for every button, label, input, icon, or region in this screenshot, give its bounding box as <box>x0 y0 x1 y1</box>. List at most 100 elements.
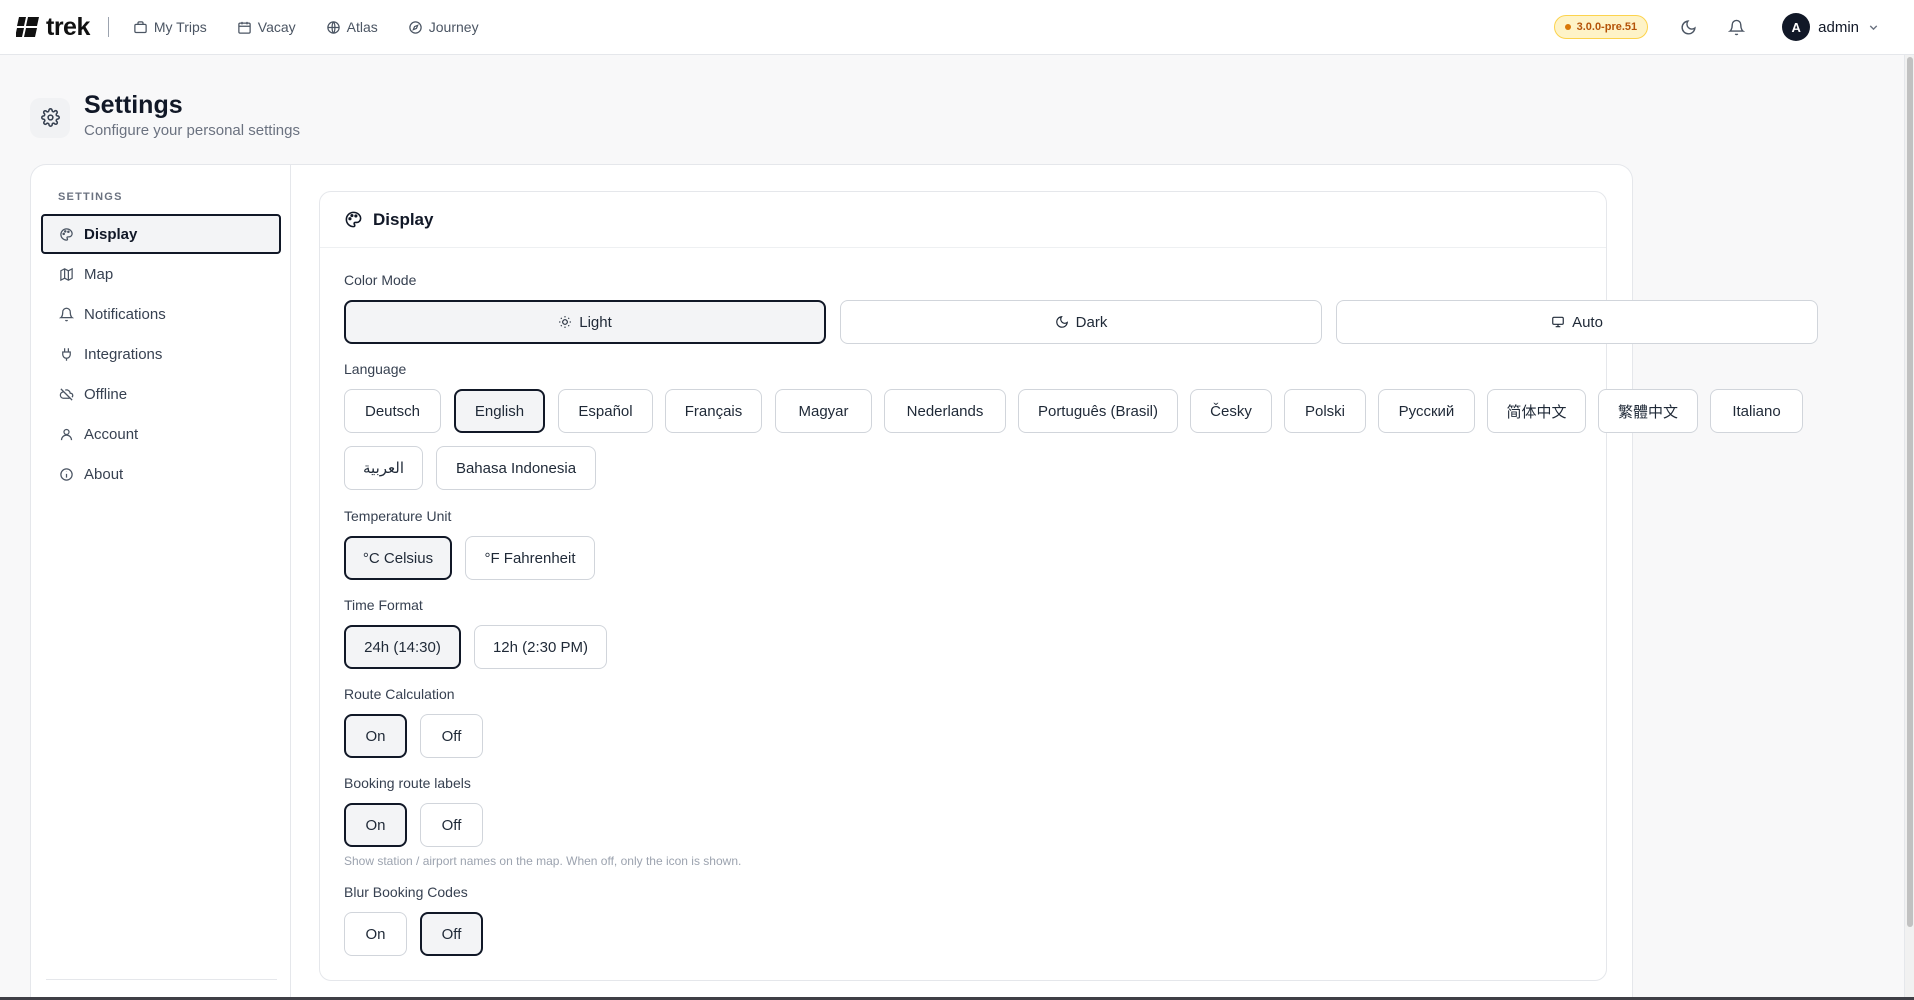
language-portugues-button[interactable]: Português (Brasil) <box>1018 389 1178 433</box>
avatar: A <box>1782 13 1811 41</box>
scrollbar-thumb[interactable] <box>1907 57 1913 927</box>
sidebar-item-label: Notifications <box>84 305 166 323</box>
notifications-button[interactable] <box>1718 9 1754 45</box>
blur-booking-codes-on-button[interactable]: On <box>344 912 407 956</box>
nav-divider <box>107 17 109 37</box>
color-mode-label: Color Mode <box>344 272 417 288</box>
language-cesky-button[interactable]: Česky <box>1190 389 1272 433</box>
nav-label: Atlas <box>346 19 378 35</box>
page-heading-text: Settings Configure your personal setting… <box>84 90 300 139</box>
color-mode-dark-button[interactable]: Dark <box>840 300 1322 344</box>
sidebar-item-label: Account <box>84 425 139 443</box>
palette-icon <box>60 227 73 241</box>
map-icon <box>60 267 73 281</box>
blur-booking-codes-label: Blur Booking Codes <box>344 884 468 900</box>
globe-icon <box>326 20 340 34</box>
dark-mode-toggle[interactable] <box>1670 9 1706 45</box>
route-calculation-off-button[interactable]: Off <box>420 714 483 758</box>
bell-icon <box>1727 19 1745 35</box>
sidebar-item-map[interactable]: Map <box>41 254 281 294</box>
sidebar-item-label: Map <box>84 265 114 283</box>
brand-name: trek <box>46 12 90 41</box>
sidebar-item-label: Integrations <box>84 345 163 363</box>
user-name: admin <box>1818 18 1859 36</box>
bell-icon <box>59 307 74 321</box>
nav-right: 3.0.0-pre.51 A admin <box>1553 9 1898 45</box>
temperature-unit-label: Temperature Unit <box>344 508 452 524</box>
sun-icon <box>559 316 572 328</box>
language-english-button[interactable]: English <box>454 389 545 433</box>
sidebar-heading: SETTINGS <box>58 191 123 203</box>
language-francais-button[interactable]: Français <box>665 389 762 433</box>
sidebar-list: Display Map Notifications Integrations O… <box>41 214 281 494</box>
page-scrollbar[interactable] <box>1904 55 1914 1000</box>
blur-booking-codes-off-button[interactable]: Off <box>420 912 483 956</box>
language-chinese-traditional-button[interactable]: 繁體中文 <box>1598 389 1698 433</box>
temperature-fahrenheit-button[interactable]: °F Fahrenheit <box>465 536 595 580</box>
calendar-icon <box>238 21 251 34</box>
language-nederlands-button[interactable]: Nederlands <box>884 389 1006 433</box>
sidebar-item-display[interactable]: Display <box>41 214 281 254</box>
plug-icon <box>62 347 71 361</box>
language-indonesian-button[interactable]: Bahasa Indonesia <box>436 446 596 490</box>
cloud-off-icon <box>59 387 74 401</box>
version-text: 3.0.0-pre.51 <box>1576 21 1638 33</box>
nav-label: Journey <box>428 19 479 35</box>
time-format-12h-button[interactable]: 12h (2:30 PM) <box>474 625 607 669</box>
time-format-label: Time Format <box>344 597 423 613</box>
language-polski-button[interactable]: Polski <box>1284 389 1366 433</box>
language-magyar-button[interactable]: Magyar <box>775 389 872 433</box>
sidebar-item-label: Display <box>84 225 138 243</box>
option-label: Auto <box>1572 313 1603 331</box>
nav-journey[interactable]: Journey <box>408 19 479 35</box>
nav-atlas[interactable]: Atlas <box>326 19 378 35</box>
user-menu[interactable]: A admin <box>1782 13 1880 41</box>
sidebar-item-integrations[interactable]: Integrations <box>41 334 281 374</box>
option-label: Light <box>579 313 612 331</box>
moon-icon <box>1055 316 1068 328</box>
route-calculation-on-button[interactable]: On <box>344 714 407 758</box>
language-label: Language <box>344 361 407 377</box>
display-card: Display Color Mode Light Dark Auto Langu… <box>319 191 1818 981</box>
settings-panel: SETTINGS Display Map Notifications Integ… <box>30 164 1818 1000</box>
info-icon <box>60 467 73 481</box>
top-navigation: trek My Trips Vacay Atlas Journey 3.0.0-… <box>0 0 1914 55</box>
sidebar-item-account[interactable]: Account <box>41 414 281 454</box>
display-card-header: Display <box>320 192 1606 248</box>
language-espanol-button[interactable]: Español <box>558 389 653 433</box>
nav-vacay[interactable]: Vacay <box>237 19 296 35</box>
language-deutsch-button[interactable]: Deutsch <box>344 389 441 433</box>
sidebar-item-notifications[interactable]: Notifications <box>41 294 281 334</box>
booking-route-labels-label: Booking route labels <box>344 775 471 791</box>
version-badge: 3.0.0-pre.51 <box>1553 15 1649 39</box>
option-label: Dark <box>1075 313 1108 331</box>
sidebar-item-offline[interactable]: Offline <box>41 374 281 414</box>
nav-links: My Trips Vacay Atlas Journey <box>133 19 479 35</box>
sidebar-item-about[interactable]: About <box>41 454 281 494</box>
page-title: Settings <box>84 91 183 119</box>
display-card-title: Display <box>373 209 434 229</box>
temperature-celsius-button[interactable]: °C Celsius <box>344 536 452 580</box>
language-russian-button[interactable]: Русский <box>1378 389 1475 433</box>
settings-page-icon <box>30 97 70 138</box>
booking-route-labels-off-button[interactable]: Off <box>420 803 483 847</box>
gear-icon <box>40 108 60 127</box>
monitor-icon <box>1552 316 1564 328</box>
language-chinese-simplified-button[interactable]: 简体中文 <box>1487 389 1586 433</box>
brand-logo[interactable]: trek <box>16 13 90 42</box>
version-dot <box>1564 24 1571 30</box>
moon-icon <box>1681 19 1696 34</box>
chevron-down-icon <box>1869 24 1878 30</box>
palette-icon <box>345 211 362 228</box>
nav-my-trips[interactable]: My Trips <box>133 19 207 35</box>
time-format-24h-button[interactable]: 24h (14:30) <box>344 625 461 669</box>
language-italiano-button[interactable]: Italiano <box>1710 389 1803 433</box>
booking-route-labels-on-button[interactable]: On <box>344 803 407 847</box>
language-arabic-button[interactable]: العربية <box>344 446 423 490</box>
color-mode-auto-button[interactable]: Auto <box>1336 300 1818 344</box>
color-mode-light-button[interactable]: Light <box>344 300 826 344</box>
page-subtitle: Configure your personal settings <box>84 122 300 139</box>
sidebar-item-label: About <box>84 465 124 483</box>
settings-sidebar: SETTINGS Display Map Notifications Integ… <box>31 165 291 1000</box>
route-calculation-label: Route Calculation <box>344 686 455 702</box>
